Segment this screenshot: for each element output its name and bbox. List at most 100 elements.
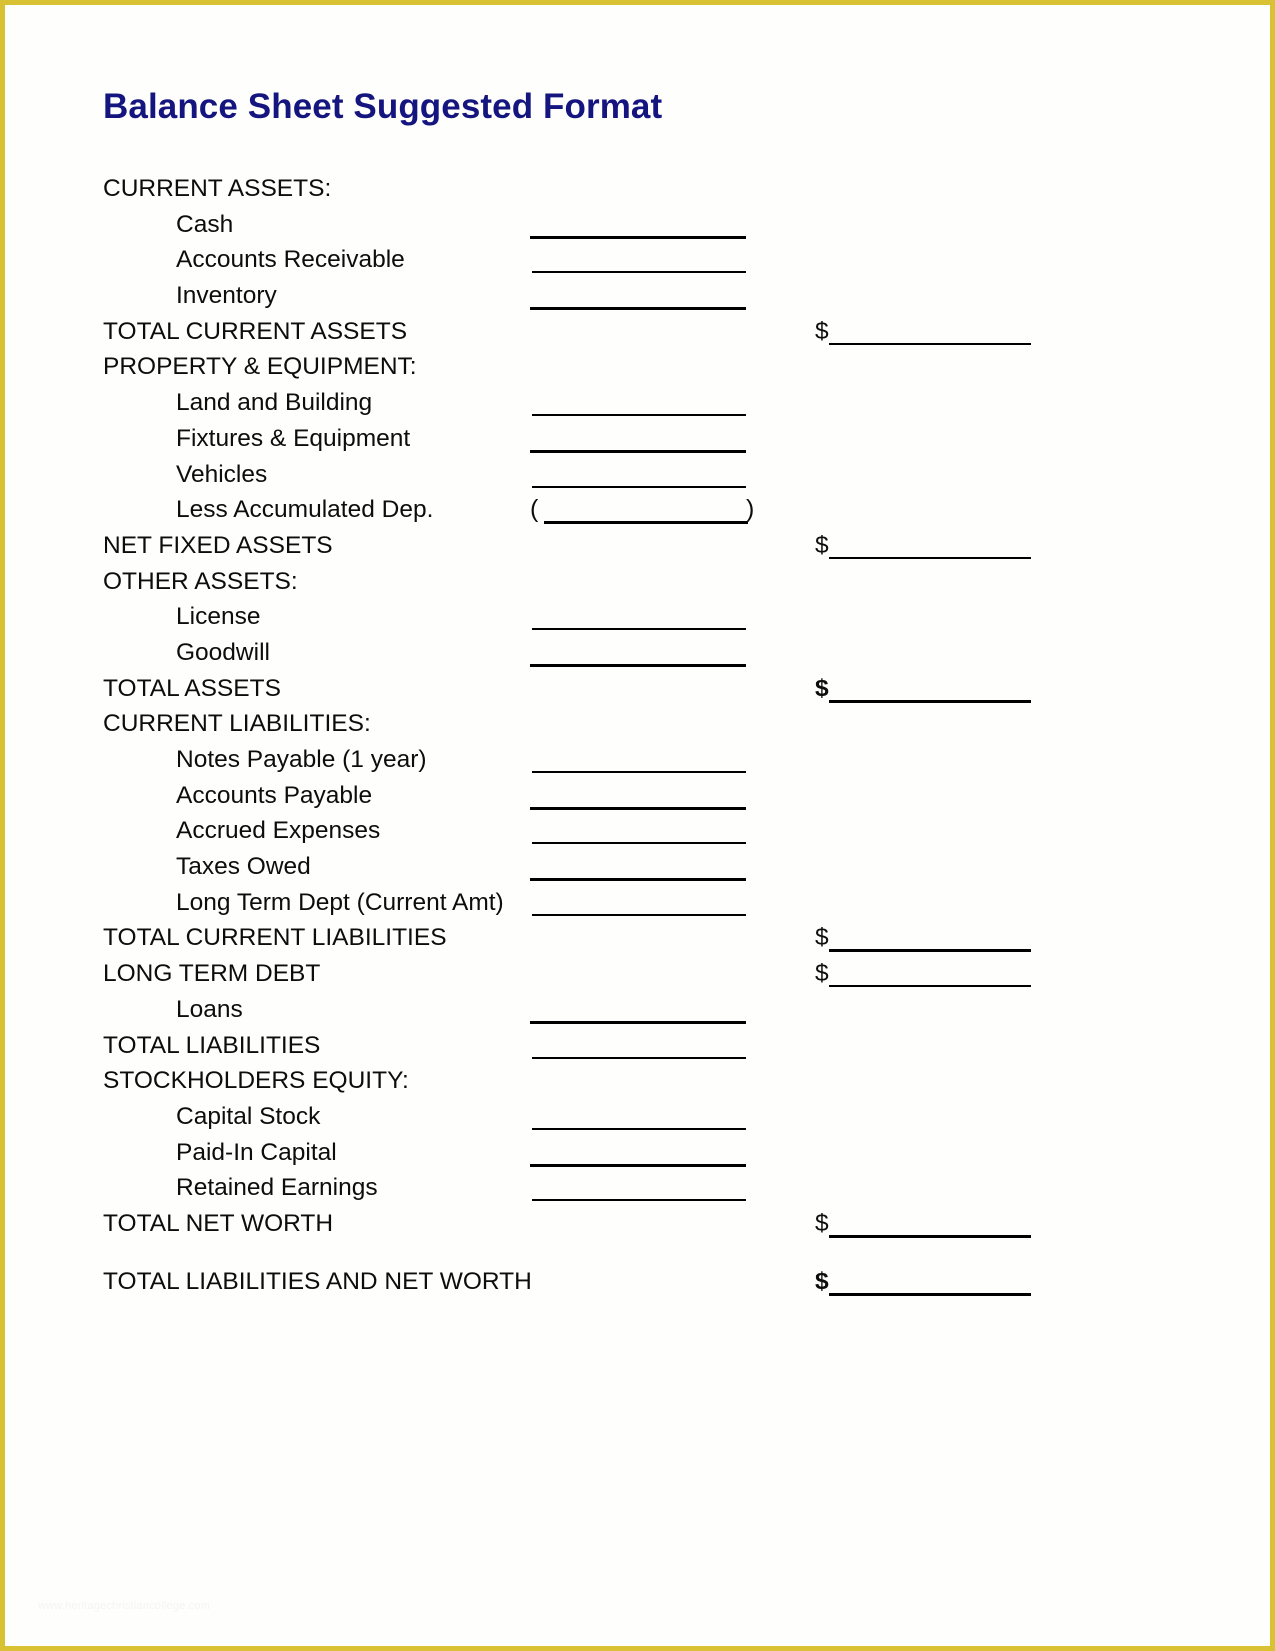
row-label: OTHER ASSETS: [103, 567, 298, 595]
balance-sheet-row: License [5, 601, 1270, 637]
balance-sheet-row: TOTAL LIABILITIES AND NET WORTH $ [5, 1266, 1270, 1302]
currency-symbol: $ [815, 674, 829, 702]
balance-sheet-row: TOTAL CURRENT LIABILITIES $ [5, 922, 1270, 958]
balance-sheet-row: Vehicles [5, 459, 1270, 495]
row-label: PROPERTY & EQUIPMENT: [103, 353, 417, 381]
row-label: CURRENT ASSETS: [103, 175, 332, 202]
row-label: TOTAL CURRENT LIABILITIES [103, 924, 447, 952]
write-in-line[interactable] [530, 1020, 746, 1024]
write-in-line[interactable] [530, 1163, 746, 1167]
currency-symbol: $ [815, 1209, 829, 1237]
total-amount-cell[interactable]: $ [815, 316, 1045, 352]
write-in-line[interactable] [829, 949, 1031, 953]
currency-symbol: $ [815, 317, 829, 345]
balance-sheet-row: Capital Stock [5, 1101, 1270, 1137]
write-in-line[interactable] [532, 414, 746, 417]
write-in-line[interactable] [544, 521, 748, 525]
balance-sheet-row: Retained Earnings [5, 1172, 1270, 1208]
balance-sheet-row: Fixtures & Equipment [5, 423, 1270, 459]
write-in-line[interactable] [532, 271, 746, 274]
write-in-line[interactable] [532, 1127, 746, 1130]
total-amount-cell[interactable]: $ [815, 530, 1045, 566]
paren-open: ( [530, 495, 539, 524]
balance-sheet-rows: CURRENT ASSETS: Cash Accounts Receivable In… [5, 173, 1270, 1301]
balance-sheet-row: OTHER ASSETS: [5, 566, 1270, 602]
write-in-line[interactable] [532, 771, 746, 773]
currency-symbol: $ [815, 924, 829, 952]
balance-sheet-row: Accounts Receivable [5, 244, 1270, 280]
balance-sheet-row: TOTAL LIABILITIES [5, 1030, 1270, 1066]
write-in-line[interactable] [530, 307, 746, 311]
write-in-line[interactable] [532, 913, 746, 916]
balance-sheet-row: NET FIXED ASSETS $ [5, 530, 1270, 566]
currency-symbol: $ [815, 531, 829, 559]
row-label: TOTAL LIABILITIES [103, 1031, 321, 1059]
balance-sheet-row: Accounts Payable [5, 780, 1270, 816]
total-amount-cell[interactable]: $ [815, 673, 1045, 709]
row-label: Paid-In Capital [176, 1138, 337, 1166]
row-label: TOTAL ASSETS [103, 674, 281, 702]
balance-sheet-row: LONG TERM DEBT $ [5, 958, 1270, 994]
write-in-line[interactable] [530, 663, 746, 667]
row-label: CURRENT LIABILITIES: [103, 710, 371, 738]
balance-sheet-page: Balance Sheet Suggested Format CURRENT A… [0, 0, 1275, 1651]
write-in-line[interactable] [829, 342, 1031, 345]
row-label: Goodwill [176, 638, 270, 666]
row-label: Inventory [176, 282, 277, 310]
row-label: Long Term Dept (Current Amt) [176, 888, 504, 916]
total-amount-cell[interactable]: $ [815, 922, 1045, 958]
write-in-line[interactable] [530, 235, 746, 239]
row-label: STOCKHOLDERS EQUITY: [103, 1067, 409, 1095]
balance-sheet-row: Long Term Dept (Current Amt) [5, 887, 1270, 923]
write-in-line[interactable] [532, 628, 746, 631]
balance-sheet-row: TOTAL CURRENT ASSETS $ [5, 316, 1270, 352]
write-in-line[interactable] [530, 878, 746, 882]
row-label: Fixtures & Equipment [176, 424, 411, 452]
row-label: License [176, 603, 261, 631]
write-in-line[interactable] [532, 1056, 746, 1059]
balance-sheet-row: Land and Building [5, 387, 1270, 423]
row-label: Loans [176, 995, 243, 1023]
row-label: Notes Payable (1 year) [176, 746, 427, 773]
write-in-line[interactable] [530, 449, 746, 453]
write-in-line[interactable] [829, 699, 1031, 703]
row-label: Less Accumulated Dep. [176, 496, 434, 524]
balance-sheet-row: Accrued Expenses [5, 815, 1270, 851]
balance-sheet-row: Loans [5, 994, 1270, 1030]
total-amount-cell[interactable]: $ [815, 1208, 1045, 1244]
row-label: TOTAL NET WORTH [103, 1209, 334, 1237]
balance-sheet-row: Notes Payable (1 year) [5, 744, 1270, 780]
balance-sheet-row: TOTAL NET WORTH $ [5, 1208, 1270, 1244]
write-in-line[interactable] [829, 1292, 1031, 1296]
row-label: Accounts Receivable [176, 246, 405, 274]
row-label: Capital Stock [176, 1102, 321, 1130]
row-label: TOTAL LIABILITIES AND NET WORTH [103, 1267, 532, 1295]
balance-sheet-row: STOCKHOLDERS EQUITY: [5, 1065, 1270, 1101]
balance-sheet-row: Less Accumulated Dep. () [5, 494, 1270, 530]
write-in-line[interactable] [530, 806, 746, 810]
row-label: NET FIXED ASSETS [103, 531, 333, 559]
balance-sheet-row: Inventory [5, 280, 1270, 316]
balance-sheet-row: Paid-In Capital [5, 1137, 1270, 1173]
site-watermark: www.heritagechristiancollege.com [38, 1600, 211, 1612]
balance-sheet-row: Taxes Owed [5, 851, 1270, 887]
write-in-line[interactable] [532, 842, 746, 845]
balance-sheet-row: Cash [5, 209, 1270, 245]
currency-symbol: $ [815, 1267, 829, 1295]
balance-sheet-row: TOTAL ASSETS $ [5, 673, 1270, 709]
parenthesised-write-in[interactable]: () [527, 494, 767, 530]
balance-sheet-row: Goodwill [5, 637, 1270, 673]
row-label: Accounts Payable [176, 781, 373, 809]
row-label: Retained Earnings [176, 1174, 378, 1202]
write-in-line[interactable] [829, 1234, 1031, 1238]
total-amount-cell[interactable]: $ [815, 958, 1045, 994]
write-in-line[interactable] [829, 556, 1031, 559]
write-in-line[interactable] [829, 985, 1031, 988]
balance-sheet-row: PROPERTY & EQUIPMENT: [5, 351, 1270, 387]
balance-sheet-row: CURRENT LIABILITIES: [5, 708, 1270, 744]
total-amount-cell[interactable]: $ [815, 1266, 1045, 1302]
write-in-line[interactable] [532, 485, 746, 488]
row-label: Accrued Expenses [176, 817, 381, 845]
write-in-line[interactable] [532, 1199, 746, 1202]
paren-close: ) [746, 495, 755, 524]
